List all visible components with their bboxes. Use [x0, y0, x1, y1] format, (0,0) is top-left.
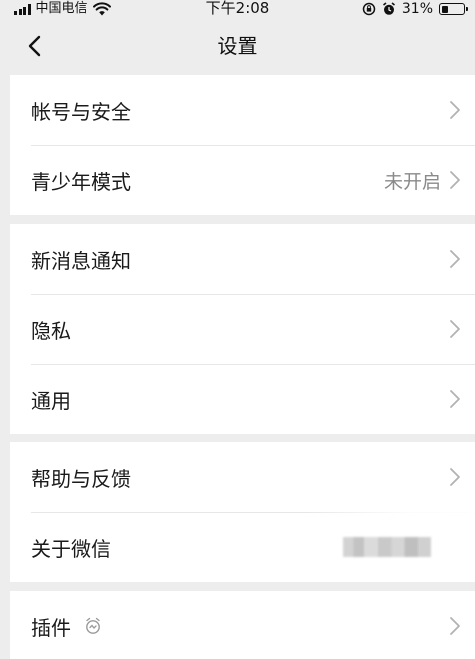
- chevron-right-icon: [450, 617, 460, 635]
- settings-item-account-security[interactable]: 帐号与安全: [10, 75, 475, 145]
- redacted-version: [343, 537, 431, 557]
- settings-item-label: 青少年模式: [31, 169, 131, 194]
- settings-item-privacy[interactable]: 隐私: [10, 294, 475, 364]
- settings-item-right: [449, 75, 461, 145]
- settings-item-right: 未开启: [384, 145, 461, 215]
- settings-item-label: 帐号与安全: [31, 99, 131, 124]
- chevron-right-icon: [450, 101, 460, 119]
- settings-item-label: 通用: [31, 388, 71, 413]
- settings-item-about-wechat[interactable]: 关于微信: [10, 512, 475, 582]
- settings-item-plugins[interactable]: 插件: [10, 591, 475, 659]
- page-title: 设置: [217, 34, 258, 58]
- chevron-right-icon: [450, 250, 460, 268]
- chevron-right-icon: [450, 320, 460, 338]
- settings-item-help-feedback[interactable]: 帮助与反馈: [10, 442, 475, 512]
- settings-item-label: 隐私: [31, 318, 71, 343]
- status-bar: 中国电信 下午2:08 31%: [0, 0, 475, 18]
- settings-group-account: 帐号与安全 青少年模式 未开启: [10, 75, 475, 215]
- settings-item-label: 新消息通知: [31, 248, 131, 273]
- settings-item-right: [449, 364, 461, 434]
- settings-item-notifications[interactable]: 新消息通知: [10, 224, 475, 294]
- settings-item-general[interactable]: 通用: [10, 364, 475, 434]
- screen: 中国电信 下午2:08 31% 设置 帐号与安全 青少年模式 未开启 新消息通知…: [0, 0, 475, 659]
- settings-item-right: [449, 442, 461, 512]
- settings-group-plugins: 插件: [10, 591, 475, 659]
- status-right: 31%: [362, 0, 468, 18]
- battery-fill: [441, 5, 448, 13]
- youth-mode-status: 未开启: [383, 170, 441, 193]
- settings-item-label: 插件: [31, 615, 71, 640]
- settings-item-youth-mode[interactable]: 青少年模式 未开启: [10, 145, 475, 215]
- plugin-icon: [86, 617, 100, 634]
- settings-item-right: [449, 294, 461, 364]
- chevron-right-icon: [450, 171, 460, 189]
- settings-item-right: [449, 224, 461, 294]
- settings-item-right: [449, 591, 461, 659]
- nav-bar: 设置: [0, 18, 475, 74]
- chevron-right-icon: [450, 468, 460, 486]
- battery-percent: 31%: [401, 1, 433, 17]
- settings-item-right: [343, 512, 461, 582]
- settings-item-label: 关于微信: [31, 536, 111, 561]
- settings-group-general: 新消息通知 隐私 通用: [10, 224, 475, 434]
- rotation-lock-icon: [362, 2, 376, 16]
- settings-group-help: 帮助与反馈 关于微信: [10, 442, 475, 582]
- settings-item-label: 帮助与反馈: [31, 466, 131, 491]
- chevron-right-icon: [450, 390, 460, 408]
- alarm-icon: [382, 2, 395, 15]
- battery-icon: [439, 3, 468, 15]
